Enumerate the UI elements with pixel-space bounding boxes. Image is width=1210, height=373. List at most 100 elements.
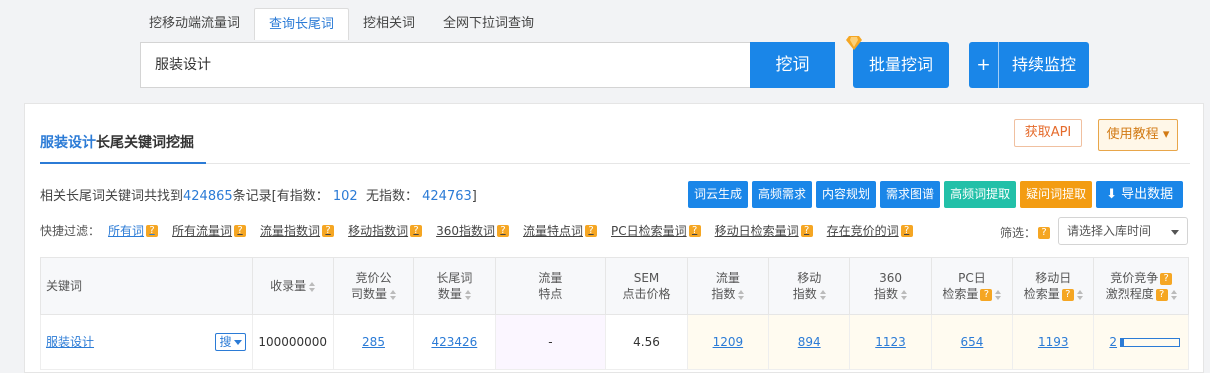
keyword-link[interactable]: 服装设计 [46, 335, 94, 349]
filter-label: 快捷过滤： [40, 224, 101, 238]
col-indexed-label: 收录量 [270, 279, 307, 293]
filter-traffic-feature[interactable]: 流量特点词? [523, 222, 597, 239]
filter-pc-daily[interactable]: PC日检索量词? [611, 222, 701, 239]
cell-pc-daily: 654 [930, 314, 1014, 370]
filter-all[interactable]: 所有词? [108, 222, 159, 239]
col-competition[interactable]: 竞价竞争? 激烈程度? [1093, 257, 1189, 315]
competition-bar-fill [1121, 338, 1124, 346]
export-data-button[interactable]: ⬇ 导出数据 [1096, 181, 1184, 208]
monitor-label: 持续监控 [1011, 55, 1076, 74]
filter-mobile-daily[interactable]: 移动日检索量词? [715, 222, 813, 239]
sort-icon [819, 289, 826, 300]
360-index-link[interactable]: 1123 [875, 335, 906, 349]
filter-pc-daily-label: PC日检索量词 [611, 224, 687, 238]
tab-longtail[interactable]: 查询长尾词 [254, 8, 350, 40]
tab-mobile-traffic[interactable]: 挖移动端流量词 [135, 8, 254, 40]
table-row: 服装设计 搜 100000000 285 423426 - 4.56 1209 … [40, 314, 1189, 370]
search-engine-dropdown[interactable]: 搜 [215, 333, 246, 351]
filter-all-label: 所有词 [108, 224, 145, 238]
summary-prefix: 相关长尾词关键词共找到 [40, 189, 184, 204]
high-freq-extract-button[interactable]: 高频词提取 [944, 181, 1017, 208]
filter-all-traffic-label: 所有流量词 [172, 224, 233, 238]
dig-button[interactable]: 挖词 [750, 42, 835, 88]
pc-daily-link[interactable]: 654 [960, 335, 983, 349]
help-icon: ? [1155, 288, 1168, 301]
col-indexed[interactable]: 收录量 [251, 257, 334, 315]
col-bid-companies[interactable]: 竞价公 司数量 [332, 257, 415, 315]
col-longtail-label-2: 数量 [437, 287, 462, 301]
col-longtail[interactable]: 长尾词 数量 [413, 257, 496, 315]
sort-icon [1170, 289, 1177, 300]
col-sem: SEM 点击价格 [605, 257, 688, 315]
col-mobile-daily[interactable]: 移动日 检索量? [1012, 257, 1095, 315]
demand-graph-button[interactable]: 需求图谱 [880, 181, 941, 208]
screen-label-text: 筛选： [1000, 226, 1037, 240]
title-suffix: 长尾关键词挖掘 [96, 135, 194, 151]
mobile-daily-link[interactable]: 1193 [1038, 335, 1069, 349]
search-input[interactable]: 服装设计 [140, 42, 751, 88]
col-sem-label-2: 点击价格 [622, 287, 671, 301]
col-mobile-index[interactable]: 移动 指数 [768, 257, 851, 315]
filter-mobile-daily-label: 移动日检索量词 [714, 224, 799, 238]
mode-tabs: 挖移动端流量词 查询长尾词 挖相关词 全网下拉词查询 [135, 8, 548, 40]
caret-down-icon [233, 339, 242, 345]
col-sem-label-1: SEM [633, 271, 660, 285]
tab-dropdown[interactable]: 全网下拉词查询 [429, 8, 548, 40]
col-traffic-feature: 流量 特点 [494, 257, 607, 315]
content-plan-button[interactable]: 内容规划 [816, 181, 877, 208]
col-traffic-index[interactable]: 流量 指数 [686, 257, 770, 315]
table-header-row: 关键词 收录量 竞价公 司数量 长尾词 数量 流量 特点 SEM 点击价格 流量 指数 移… [40, 257, 1189, 315]
sort-icon [995, 289, 1002, 300]
wordcloud-button[interactable]: 词云生成 [688, 181, 749, 208]
col-pc-daily-label-2: 检索量 [942, 287, 979, 301]
title-keyword: 服装设计 [40, 135, 96, 151]
cell-mobile-daily: 1193 [1012, 314, 1095, 370]
date-select[interactable]: 请选择入库时间 [1058, 217, 1188, 245]
question-extract-button[interactable]: 疑问词提取 [1020, 181, 1093, 208]
continuous-monitor-button[interactable]: + 持续监控 [969, 42, 1089, 88]
help-icon: ? [1160, 272, 1173, 285]
cell-360-index: 1123 [849, 314, 932, 370]
col-360-index-label-1: 360 [879, 271, 902, 285]
col-competition-label-1: 竞价竞争 [1110, 271, 1159, 285]
col-longtail-label-1: 长尾词 [436, 271, 473, 285]
tutorial-button[interactable]: 使用教程 ▾ [1098, 119, 1178, 151]
traffic-index-link[interactable]: 1209 [713, 335, 744, 349]
get-api-button[interactable]: 获取API [1014, 119, 1082, 147]
sort-icon [390, 289, 397, 300]
competition-link[interactable]: 2 [1109, 335, 1117, 349]
filter-bid-exists-label: 存在竞价的词 [826, 224, 899, 238]
date-select-placeholder: 请选择入库时间 [1067, 224, 1152, 238]
help-icon: ? [146, 224, 159, 237]
filter-bid-exists[interactable]: 存在竞价的词? [827, 222, 913, 239]
bid-companies-link[interactable]: 285 [362, 335, 385, 349]
search-engine-label: 搜 [219, 335, 232, 349]
sort-icon [1076, 289, 1083, 300]
summary-end: ] [471, 189, 477, 204]
sort-icon [464, 289, 471, 300]
filter-mobile-index[interactable]: 移动指数词? [348, 222, 423, 239]
col-360-index-label-2: 指数 [874, 287, 899, 301]
filter-traffic-index[interactable]: 流量指数词? [260, 222, 335, 239]
title-divider [40, 163, 1190, 164]
high-freq-demand-button[interactable]: 高频需求 [752, 181, 813, 208]
filter-all-traffic[interactable]: 所有流量词? [172, 222, 247, 239]
batch-dig-button[interactable]: 批量挖词 [853, 42, 949, 88]
longtail-link[interactable]: 423426 [431, 335, 477, 349]
help-icon: ? [980, 288, 993, 301]
cell-traffic-index: 1209 [686, 314, 770, 370]
cell-mobile-index: 894 [768, 314, 851, 370]
cell-traffic-feature: - [494, 314, 607, 370]
mobile-index-link[interactable]: 894 [798, 335, 821, 349]
col-bid-companies-label-1: 竞价公 [355, 271, 392, 285]
summary-mid: 条记录[有指数： [232, 189, 329, 204]
caret-down-icon: ▾ [1162, 127, 1170, 142]
col-mobile-index-label-2: 指数 [792, 287, 817, 301]
cell-sem: 4.56 [605, 314, 688, 370]
filter-360-index[interactable]: 360指数词? [436, 222, 509, 239]
export-label: 导出数据 [1121, 187, 1174, 202]
col-360-index[interactable]: 360 指数 [849, 257, 932, 315]
tab-related[interactable]: 挖相关词 [349, 8, 429, 40]
col-pc-daily[interactable]: PC日 检索量? [930, 257, 1014, 315]
quick-filter: 快捷过滤： 所有词? 所有流量词? 流量指数词? 移动指数词? 360指数词? … [40, 222, 927, 239]
